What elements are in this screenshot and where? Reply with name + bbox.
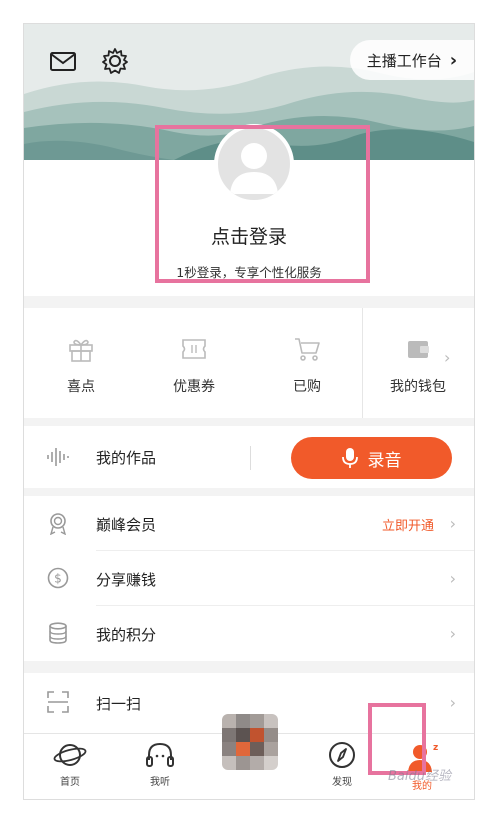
coupon-icon bbox=[182, 339, 206, 359]
watermark-text: Baidu经验 bbox=[388, 769, 451, 784]
highlight-box-login bbox=[155, 125, 370, 283]
scan-icon bbox=[47, 691, 69, 713]
tab-discover[interactable]: 发现 bbox=[312, 740, 372, 788]
tab-label: 发现 bbox=[332, 777, 352, 788]
tab-label: 首页 bbox=[60, 777, 80, 788]
record-button-label: 录音 bbox=[367, 450, 402, 471]
streamer-studio-button[interactable]: 主播工作台 › bbox=[350, 40, 474, 80]
quick-action-purchased[interactable]: 已购 bbox=[272, 308, 342, 418]
dollar-coin-icon: $ bbox=[47, 567, 69, 589]
tab-label: 我听 bbox=[150, 777, 170, 788]
microphone-icon bbox=[341, 448, 358, 468]
divider bbox=[250, 446, 251, 470]
quick-action-label: 优惠券 bbox=[173, 379, 215, 395]
quick-action-label: 喜点 bbox=[67, 379, 95, 395]
menu-item-label: 巅峰会员 bbox=[96, 516, 157, 534]
quick-action-label: 已购 bbox=[293, 379, 321, 395]
chevron-right-icon: › bbox=[449, 624, 456, 643]
my-works-row: 我的作品 录音 bbox=[24, 426, 474, 488]
record-button[interactable]: 录音 bbox=[291, 437, 452, 479]
svg-text:$: $ bbox=[54, 572, 62, 586]
chevron-right-icon: › bbox=[449, 514, 456, 533]
menu-list: 巅峰会员 立即开通 › $ 分享赚钱 › 我的积分 › bbox=[24, 496, 474, 661]
chevron-right-icon: › bbox=[444, 348, 451, 367]
planet-icon bbox=[53, 744, 87, 766]
mail-icon[interactable] bbox=[48, 46, 78, 76]
gift-icon bbox=[69, 339, 93, 362]
menu-item-vip[interactable]: 巅峰会员 立即开通 › bbox=[24, 496, 474, 551]
menu-item-share-earn[interactable]: $ 分享赚钱 › bbox=[24, 551, 474, 606]
wallet-icon bbox=[408, 341, 429, 358]
menu-item-points[interactable]: 我的积分 › bbox=[24, 606, 474, 661]
menu-item-label: 我的积分 bbox=[96, 626, 157, 644]
chevron-right-icon: › bbox=[449, 569, 456, 588]
quick-action-xidian[interactable]: 喜点 bbox=[46, 308, 116, 418]
chevron-right-icon: › bbox=[449, 693, 456, 712]
gear-icon[interactable] bbox=[100, 46, 130, 76]
cart-icon bbox=[295, 338, 320, 361]
compass-icon bbox=[329, 742, 355, 768]
activate-now-link[interactable]: 立即开通 bbox=[382, 515, 434, 534]
my-works-label[interactable]: 我的作品 bbox=[96, 447, 156, 468]
tab-home[interactable]: 首页 bbox=[40, 740, 100, 788]
medal-icon bbox=[49, 513, 67, 535]
coin-stack-icon bbox=[49, 622, 67, 644]
headphones-icon bbox=[146, 742, 174, 767]
quick-action-coupon[interactable]: 优惠券 bbox=[156, 308, 232, 418]
quick-action-label: 我的钱包 bbox=[390, 379, 446, 395]
play-center-button[interactable] bbox=[222, 714, 278, 770]
chevron-right-icon: › bbox=[449, 49, 458, 71]
tab-listen[interactable]: 我听 bbox=[130, 740, 190, 788]
menu-item-label: 扫一扫 bbox=[96, 695, 142, 713]
pixelated-cover-image bbox=[222, 714, 278, 770]
svg-text:z: z bbox=[433, 743, 438, 753]
app-screen: 主播工作台 › 点击登录 1秒登录，专享个性化服务 喜点 优惠券 已购 我的钱包… bbox=[24, 24, 474, 799]
streamer-studio-label: 主播工作台 bbox=[366, 51, 442, 70]
divider bbox=[362, 308, 363, 418]
menu-item-label: 分享赚钱 bbox=[96, 571, 157, 589]
sound-wave-icon bbox=[47, 448, 69, 466]
quick-actions-row: 喜点 优惠券 已购 我的钱包 › bbox=[24, 308, 474, 418]
